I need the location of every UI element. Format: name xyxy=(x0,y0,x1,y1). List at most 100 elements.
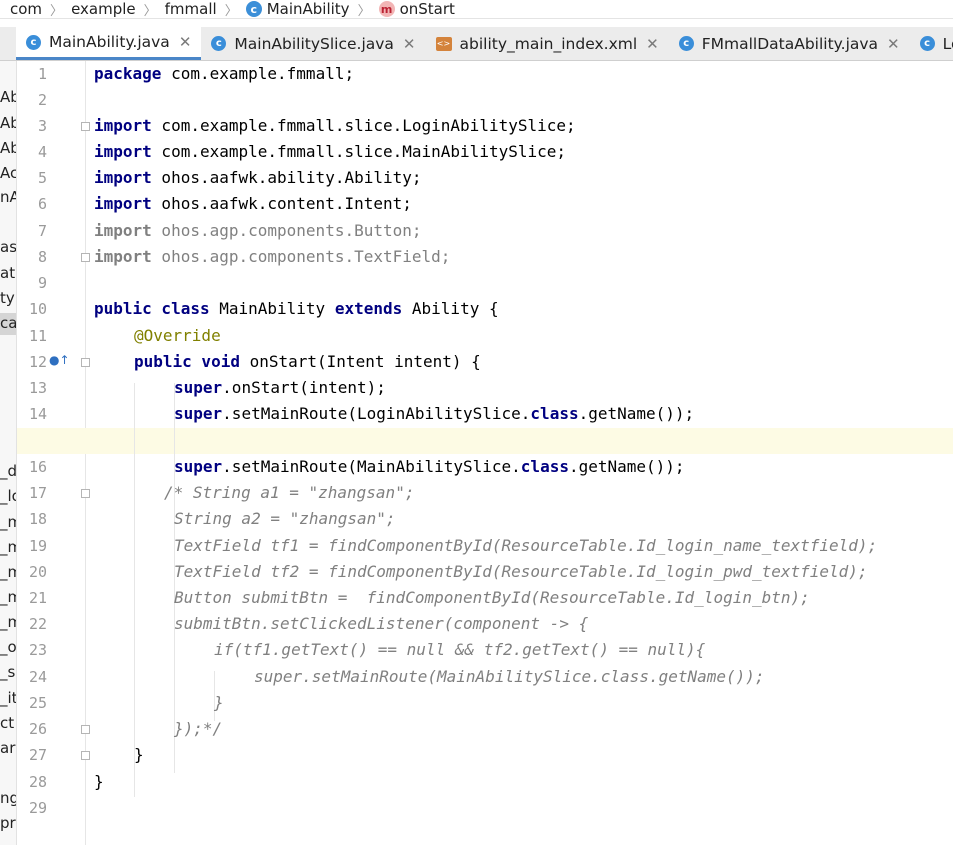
code-editor[interactable]: package com.example.fmmall; import com.e… xyxy=(17,61,953,845)
line-number: 6 xyxy=(37,195,47,213)
code-line-7: import ohos.agp.components.Button; xyxy=(94,218,422,244)
line-number: 29 xyxy=(28,799,47,817)
code-line-13: super.onStart(intent); xyxy=(174,375,386,401)
project-tree-item[interactable]: ata xyxy=(0,264,16,282)
tab-mainability-java[interactable]: c MainAbility.java ✕ xyxy=(16,27,202,60)
breadcrumb-item-fmmall[interactable]: fmmall xyxy=(165,0,217,18)
code-line-16: super.setMainRoute(MainAbilitySlice.clas… xyxy=(174,454,685,480)
breadcrumb-item-com[interactable]: com xyxy=(10,0,42,18)
project-tree-item[interactable]: Ac xyxy=(0,164,16,182)
tab-mainabilityslice-java[interactable]: c MainAbilitySlice.java ✕ xyxy=(201,27,425,60)
code-token: .getName()); xyxy=(568,457,685,476)
close-icon[interactable]: ✕ xyxy=(179,33,192,51)
project-tree-item[interactable]: _d xyxy=(0,462,16,480)
keyword-token: import xyxy=(94,142,152,161)
code-token: ohos.aafwk.content.Intent; xyxy=(151,194,412,213)
project-tree-item[interactable]: Abi xyxy=(0,139,16,157)
code-token: com.example.fmmall.slice.LoginAbilitySli… xyxy=(151,116,576,135)
code-line-10: public class MainAbility extends Ability… xyxy=(94,296,499,322)
close-icon[interactable]: ✕ xyxy=(887,35,900,53)
tab-fmmalldataability-java[interactable]: c FMmallDataAbility.java ✕ xyxy=(669,27,910,60)
breadcrumb-item-onstart[interactable]: m onStart xyxy=(378,0,455,18)
project-tree-item[interactable]: _m xyxy=(0,563,16,581)
project-tree-item[interactable]: nA xyxy=(0,188,16,206)
code-token: com.example.fmmall.slice.MainAbilitySlic… xyxy=(151,142,567,161)
line-number: 8 xyxy=(37,248,47,266)
code-line-21: Button submitBtn = findComponentById(Res… xyxy=(174,585,810,611)
tab-label: MainAbility.java xyxy=(49,33,170,51)
project-tree-item[interactable]: _m xyxy=(0,538,16,556)
code-token: ohos.agp.components.TextField; xyxy=(151,247,451,266)
project-tree-item[interactable]: _m xyxy=(0,613,16,631)
method-icon: m xyxy=(378,1,395,17)
project-tree-item[interactable]: ase xyxy=(0,238,16,256)
line-number: 26 xyxy=(28,720,47,738)
current-line-highlight xyxy=(17,428,953,454)
breadcrumb-item-example[interactable]: example xyxy=(71,0,136,18)
close-icon[interactable]: ✕ xyxy=(403,35,416,53)
project-tree-item[interactable]: ar xyxy=(0,739,15,757)
project-tree-item[interactable]: _s xyxy=(0,663,15,681)
code-token: .onStart(intent); xyxy=(222,378,386,397)
line-number: 22 xyxy=(28,615,47,633)
project-tree-item[interactable]: _m xyxy=(0,513,16,531)
code-token: com.example.fmmall; xyxy=(161,64,355,83)
tab-ability-main-index-xml[interactable]: <> ability_main_index.xml ✕ xyxy=(426,27,669,60)
project-tree-item[interactable]: pr xyxy=(0,814,16,832)
comment-token: });*/ xyxy=(174,719,223,738)
project-tree-item[interactable]: _lo xyxy=(0,487,16,505)
comment-token: String a2 = "zhangsan"; xyxy=(174,509,396,528)
project-tree-item[interactable]: _ite xyxy=(0,689,16,707)
keyword-token: public void xyxy=(134,352,240,371)
project-tree-item[interactable]: ng xyxy=(0,789,16,807)
project-tree-item[interactable]: _o xyxy=(0,638,16,656)
java-class-icon: c xyxy=(919,36,935,51)
tab-label: LoginA xyxy=(942,34,953,53)
code-token: } xyxy=(94,772,104,791)
comment-token: } xyxy=(214,693,224,712)
code-line-20: TextField tf2 = findComponentById(Resour… xyxy=(174,559,868,585)
project-tree-item[interactable]: _m xyxy=(0,588,16,606)
keyword-token: super xyxy=(174,378,223,397)
tab-logina[interactable]: c LoginA xyxy=(910,27,953,60)
line-number: 27 xyxy=(28,746,47,764)
code-line-28: } xyxy=(94,769,104,795)
code-line-14: super.setMainRoute(LoginAbilitySlice.cla… xyxy=(174,401,694,427)
code-token: Ability { xyxy=(402,299,499,318)
keyword-token: import xyxy=(94,221,152,240)
close-icon[interactable]: ✕ xyxy=(646,35,659,53)
line-number: 12 xyxy=(28,353,47,371)
keyword-token: extends xyxy=(334,299,403,318)
keyword-token: import xyxy=(94,168,152,187)
project-tree-item[interactable]: cat xyxy=(0,314,16,332)
chevron-right-icon: 〉 xyxy=(357,3,371,19)
project-tree-item[interactable]: Ab xyxy=(0,88,16,106)
comment-token: submitBtn.setClickedListener(component -… xyxy=(174,614,589,633)
project-tree-item[interactable]: ct xyxy=(0,714,14,732)
xml-file-icon: <> xyxy=(435,36,452,51)
comment-token: TextField tf1 = findComponentById(Resour… xyxy=(174,536,878,555)
breadcrumb-label: example xyxy=(71,0,136,18)
code-line-27: } xyxy=(134,742,144,768)
line-number: 10 xyxy=(28,300,47,318)
code-line-19: TextField tf1 = findComponentById(Resour… xyxy=(174,533,877,559)
comment-token: if(tf1.getText() == null && tf2.getText(… xyxy=(214,640,706,659)
line-number: 21 xyxy=(28,589,47,607)
code-token: .setMainRoute(LoginAbilitySlice. xyxy=(222,404,531,423)
line-number: 24 xyxy=(28,668,47,686)
project-tree-item[interactable]: ty xyxy=(0,289,15,307)
comment-token: /* String a1 = "zhangsan"; xyxy=(164,483,415,502)
comment-token: Button submitBtn = findComponentById(Res… xyxy=(174,588,810,607)
java-class-icon: c xyxy=(26,34,41,50)
override-marker-icon[interactable]: ●↑ xyxy=(49,353,70,367)
code-line-4: import com.example.fmmall.slice.MainAbil… xyxy=(94,139,566,165)
java-class-icon: c xyxy=(211,36,227,51)
line-number: 11 xyxy=(28,327,47,345)
line-number: 20 xyxy=(28,563,47,581)
tab-label: ability_main_index.xml xyxy=(459,34,638,53)
project-tree-item[interactable]: Ab xyxy=(0,114,16,132)
code-line-24: super.setMainRoute(MainAbilitySlice.clas… xyxy=(254,664,765,690)
code-line-3: import com.example.fmmall.slice.LoginAbi… xyxy=(94,113,576,139)
breadcrumb-item-mainability[interactable]: c MainAbility xyxy=(245,0,350,18)
breadcrumb-label: com xyxy=(10,0,43,18)
